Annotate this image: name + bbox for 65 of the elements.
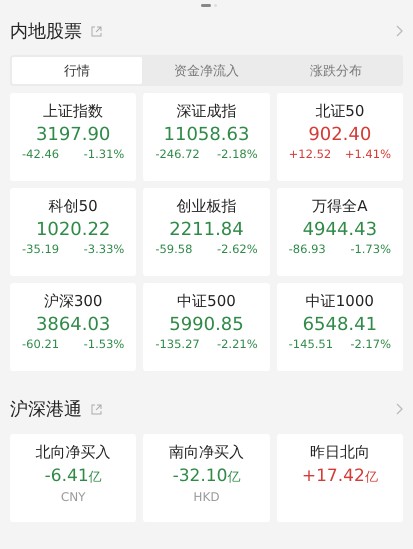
- index-change: -60.21: [22, 337, 60, 351]
- tab[interactable]: 涨跌分布: [271, 57, 402, 84]
- tab[interactable]: 行情: [12, 57, 142, 84]
- index-name: 中证1000: [306, 292, 374, 311]
- flow-name: 北向净买入: [36, 443, 111, 462]
- index-change: -59.58: [155, 242, 192, 256]
- index-percent: -2.62%: [216, 242, 258, 256]
- flow-name: 昨日北向: [310, 443, 370, 462]
- index-card[interactable]: 中证1000 6548.41 -145.51 -2.17%: [276, 283, 403, 371]
- index-card[interactable]: 沪深300 3864.03 -60.21 -1.53%: [10, 283, 136, 371]
- currency-label: HKD: [193, 490, 220, 504]
- index-percent: -2.17%: [350, 337, 391, 351]
- flow-card[interactable]: 北向净买入 -6.41亿 CNY: [10, 434, 136, 522]
- section-title: 沪深港通: [10, 398, 82, 421]
- index-card[interactable]: 中证500 5990.85 -135.27 -2.21%: [143, 283, 270, 371]
- index-value: 3864.03: [36, 314, 110, 335]
- index-percent: -1.73%: [350, 242, 391, 256]
- index-value: 5990.85: [169, 314, 244, 335]
- index-value: 4944.43: [302, 219, 378, 240]
- index-name: 沪深300: [44, 292, 102, 311]
- index-change: -145.51: [288, 337, 334, 351]
- flow-amount: +17.42亿: [302, 466, 378, 486]
- chevron-right-icon[interactable]: [396, 25, 404, 37]
- tab[interactable]: 资金净流入: [142, 57, 272, 84]
- flow-card[interactable]: 昨日北向 +17.42亿: [276, 434, 403, 522]
- index-name: 上证指数: [43, 102, 104, 121]
- share-icon[interactable]: [91, 404, 102, 414]
- index-value: 902.40: [308, 124, 372, 145]
- index-percent: -1.31%: [84, 147, 124, 161]
- section-title: 内地股票: [10, 20, 82, 43]
- index-value: 11058.63: [164, 124, 250, 145]
- index-card[interactable]: 北证50 902.40 +12.52 +1.41%: [276, 93, 403, 181]
- index-name: 北证50: [315, 102, 364, 121]
- index-percent: -2.21%: [216, 337, 258, 351]
- index-value: 1020.22: [36, 219, 110, 240]
- index-name: 创业板指: [176, 197, 236, 216]
- flow-name: 南向净买入: [168, 443, 244, 462]
- index-change: -246.72: [155, 147, 200, 161]
- index-card[interactable]: 万得全A 4944.43 -86.93 -1.73%: [276, 188, 403, 276]
- index-value: 2211.84: [169, 219, 244, 240]
- index-value: 6548.41: [302, 314, 378, 335]
- index-value: 3197.90: [36, 124, 110, 145]
- index-change: -86.93: [288, 242, 326, 256]
- flow-amount: -32.10亿: [172, 466, 240, 486]
- index-card[interactable]: 创业板指 2211.84 -59.58 -2.62%: [143, 188, 270, 276]
- index-change: -35.19: [22, 242, 60, 256]
- index-name: 中证500: [177, 292, 236, 311]
- share-icon[interactable]: [91, 26, 102, 36]
- index-percent: -2.18%: [216, 147, 258, 161]
- currency-label: CNY: [60, 490, 86, 504]
- index-card[interactable]: 深证成指 11058.63 -246.72 -2.18%: [143, 93, 270, 181]
- index-change: -135.27: [155, 337, 200, 351]
- index-name: 万得全A: [312, 197, 368, 216]
- index-name: 科创50: [48, 197, 98, 216]
- flow-card[interactable]: 南向净买入 -32.10亿 HKD: [143, 434, 270, 522]
- index-percent: -1.53%: [84, 337, 124, 351]
- index-name: 深证成指: [176, 102, 236, 121]
- index-change: +12.52: [288, 147, 332, 161]
- index-percent: +1.41%: [344, 147, 391, 161]
- index-percent: -3.33%: [84, 242, 124, 256]
- flow-amount: -6.41亿: [44, 466, 102, 486]
- chevron-right-icon[interactable]: [396, 403, 404, 415]
- index-card[interactable]: 科创50 1020.22 -35.19 -3.33%: [10, 188, 136, 276]
- index-card[interactable]: 上证指数 3197.90 -42.46 -1.31%: [10, 93, 136, 181]
- index-change: -42.46: [22, 147, 60, 161]
